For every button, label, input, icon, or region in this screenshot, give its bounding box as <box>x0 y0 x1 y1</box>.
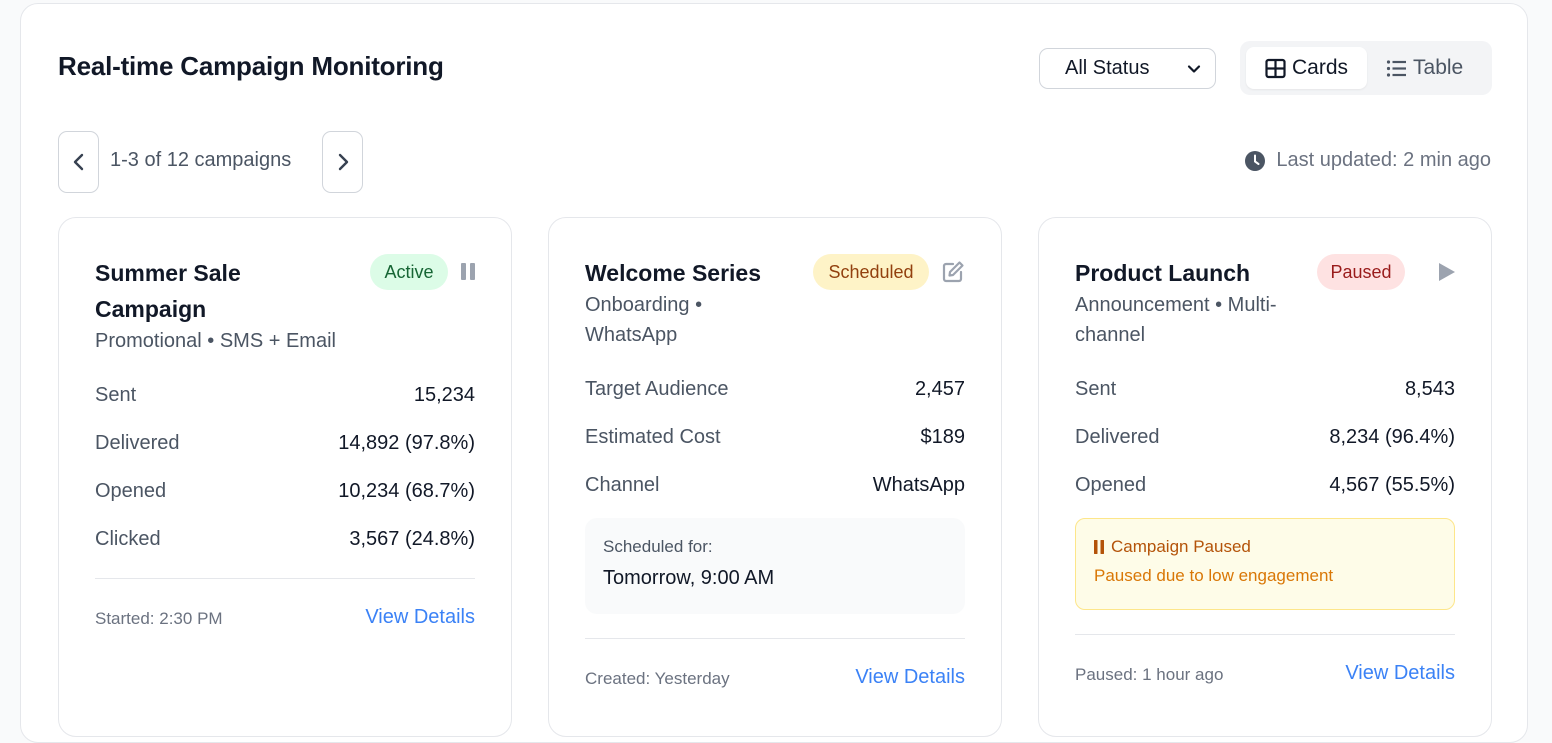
table-view-label: Table <box>1413 56 1464 79</box>
chevron-down-icon <box>1187 64 1201 73</box>
metric-label: Opened <box>95 480 167 502</box>
metric-row: Clicked 3,567 (24.8%) <box>95 527 475 551</box>
paused-alert: Campaign Paused Paused due to low engage… <box>1075 518 1455 610</box>
metric-label: Estimated Cost <box>585 426 721 448</box>
metric-row: Delivered 8,234 (96.4%) <box>1075 425 1455 449</box>
campaign-card: Welcome Series Onboarding • WhatsApp Sch… <box>548 217 1002 737</box>
schedule-label: Scheduled for: <box>603 537 713 556</box>
metric-label: Opened <box>1075 474 1147 496</box>
list-icon <box>1386 59 1407 77</box>
campaign-title: Summer Sale Campaign <box>95 255 325 327</box>
campaign-title-line: Campaign <box>95 296 207 322</box>
previous-page-button[interactable] <box>58 131 99 193</box>
edit-icon[interactable] <box>941 260 965 284</box>
campaign-subtitle-line: Announcement • Multi- <box>1075 294 1277 316</box>
metric-label: Delivered <box>1075 426 1160 448</box>
campaign-subtitle-line: channel <box>1075 324 1146 346</box>
schedule-box: Scheduled for: Tomorrow, 9:00 AM <box>585 518 965 614</box>
campaign-footer-text: Created: Yesterday <box>585 669 730 688</box>
metric-row: Sent 8,543 <box>1075 377 1455 401</box>
paused-alert-title: Campaign Paused <box>1094 537 1436 557</box>
clock-icon <box>1245 150 1266 171</box>
metric-row: Delivered 14,892 (97.8%) <box>95 431 475 455</box>
status-badge: Scheduled <box>813 254 929 290</box>
divider <box>95 578 475 579</box>
metric-value: 8,234 (96.4%) <box>1329 426 1455 448</box>
page-title: Real-time Campaign Monitoring <box>58 51 444 81</box>
last-updated: Last updated: 2 min ago <box>1244 149 1491 172</box>
metric-row: Opened 4,567 (55.5%) <box>1075 473 1455 497</box>
play-icon[interactable] <box>1434 260 1458 284</box>
metric-row: Channel WhatsApp <box>585 473 965 497</box>
campaign-title: Product Launch <box>1075 260 1251 286</box>
metric-label: Channel <box>585 474 660 496</box>
metric-row: Sent 15,234 <box>95 383 475 407</box>
metric-row: Estimated Cost $189 <box>585 425 965 449</box>
chevron-right-icon <box>338 153 348 171</box>
table-view-button[interactable]: Table <box>1367 47 1482 89</box>
status-badge: Paused <box>1317 254 1405 290</box>
view-details-link[interactable]: View Details <box>855 666 965 689</box>
view-details-link[interactable]: View Details <box>365 606 475 629</box>
pause-icon[interactable] <box>457 260 481 284</box>
cards-view-label: Cards <box>1292 56 1349 79</box>
metric-row: Opened 10,234 (68.7%) <box>95 479 475 503</box>
metric-value: 15,234 <box>413 384 475 406</box>
campaign-subtitle: Promotional • SMS + Email <box>95 330 336 352</box>
campaign-title-line: Summer Sale <box>95 260 241 286</box>
campaign-subtitle: Announcement • Multi- channel <box>1075 290 1277 350</box>
pagination-text: 1-3 of 12 campaigns <box>110 149 292 171</box>
metric-label: Sent <box>1075 378 1117 400</box>
campaign-monitoring-panel: Real-time Campaign Monitoring All Status… <box>20 3 1528 743</box>
status-badge: Active <box>370 254 448 290</box>
grid-icon <box>1265 58 1286 78</box>
metric-value: WhatsApp <box>872 474 965 496</box>
schedule-value: Tomorrow, 9:00 AM <box>603 567 775 589</box>
campaign-footer-text: Paused: 1 hour ago <box>1075 665 1224 684</box>
metric-row: Target Audience 2,457 <box>585 377 965 401</box>
campaign-title: Welcome Series <box>585 260 762 286</box>
campaign-subtitle: Onboarding • WhatsApp <box>585 290 702 350</box>
cards-view-button[interactable]: Cards <box>1246 47 1368 89</box>
paused-alert-title-text: Campaign Paused <box>1111 537 1251 556</box>
status-filter-select[interactable]: All Status <box>1039 48 1216 89</box>
campaign-subtitle-line: WhatsApp <box>585 324 678 346</box>
chevron-left-icon <box>73 153 83 171</box>
campaign-card: Summer Sale Campaign Promotional • SMS +… <box>58 217 512 737</box>
next-page-button[interactable] <box>322 131 363 193</box>
divider <box>585 638 965 639</box>
metric-value: 2,457 <box>914 378 965 400</box>
metric-value: 14,892 (97.8%) <box>338 432 475 454</box>
metric-label: Delivered <box>95 432 180 454</box>
pause-icon <box>1094 540 1104 554</box>
metric-label: Sent <box>95 384 137 406</box>
campaign-subtitle-line: Onboarding • <box>585 294 703 316</box>
metric-value: $189 <box>920 426 966 448</box>
view-details-link[interactable]: View Details <box>1345 662 1455 685</box>
metric-label: Target Audience <box>585 378 729 400</box>
campaign-card: Product Launch Announcement • Multi- cha… <box>1038 217 1492 737</box>
paused-alert-description: Paused due to low engagement <box>1094 566 1334 585</box>
metric-value: 10,234 (68.7%) <box>338 480 475 502</box>
metric-label: Clicked <box>95 528 161 550</box>
metric-value: 4,567 (55.5%) <box>1329 474 1455 496</box>
metric-value: 3,567 (24.8%) <box>349 528 475 550</box>
view-toggle: Cards Table <box>1240 41 1492 95</box>
metric-value: 8,543 <box>1404 378 1455 400</box>
divider <box>1075 634 1455 635</box>
campaign-footer-text: Started: 2:30 PM <box>95 609 223 628</box>
status-filter-value: All Status <box>1065 57 1150 79</box>
last-updated-text: Last updated: 2 min ago <box>1276 149 1491 171</box>
